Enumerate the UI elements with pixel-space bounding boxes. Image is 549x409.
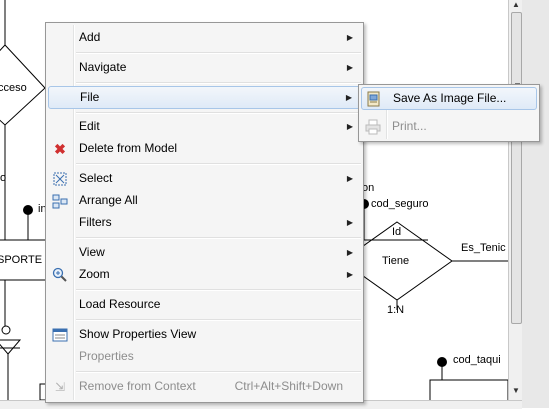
menu-item-label: Save As Image File... [393, 91, 507, 105]
context-menu: Add ▶ Navigate ▶ File ▶ Edit ▶ ✖ Delete … [45, 22, 364, 403]
menu-item-label: File [80, 90, 100, 104]
menu-item-label: Arrange All [79, 193, 138, 207]
file-submenu: Save As Image File... Print... [358, 84, 540, 142]
menu-item-edit[interactable]: Edit ▶ [48, 116, 361, 137]
menu-item-properties[interactable]: Properties [48, 346, 361, 367]
vertical-scrollbar[interactable]: ▲ ▼ [508, 0, 523, 400]
diagram-label: Id [392, 226, 402, 238]
menu-item-label: Add [79, 30, 101, 44]
diagram-label: SPORTE [0, 254, 43, 266]
submenu-arrow-icon: ▶ [346, 33, 353, 42]
menu-item-print[interactable]: Print... [361, 116, 537, 137]
delete-icon: ✖ [54, 141, 66, 157]
submenu-arrow-icon: ▶ [345, 93, 352, 102]
menu-item-label: Load Resource [79, 297, 161, 311]
diagram-label: cceso [0, 82, 27, 94]
arrange-icon [52, 193, 68, 209]
side-panel-edge [522, 0, 549, 408]
menu-item-load-resource[interactable]: Load Resource [48, 294, 361, 315]
properties-view-icon [52, 327, 68, 343]
menu-item-save-as-image[interactable]: Save As Image File... [361, 87, 537, 110]
submenu-arrow-icon: ▶ [346, 122, 353, 131]
menu-item-label: Show Properties View [79, 327, 197, 341]
menu-item-label: Filters [79, 215, 112, 229]
shortcut-label: Ctrl+Alt+Shift+Down [234, 379, 343, 393]
diagram-label: o [0, 172, 7, 184]
diagram-label: cod_taqui [453, 354, 501, 366]
scroll-up-arrow-icon[interactable]: ▲ [511, 0, 521, 10]
submenu-arrow-icon: ▶ [346, 248, 353, 257]
menu-item-label: Zoom [79, 267, 110, 281]
diagram-label: cod_seguro [371, 198, 429, 210]
menu-item-file[interactable]: File ▶ [48, 86, 361, 109]
menu-item-remove-from-context[interactable]: ⇲ Remove from Context Ctrl+Alt+Shift+Dow… [48, 376, 361, 397]
save-image-icon [366, 91, 382, 107]
menu-item-filters[interactable]: Filters ▶ [48, 212, 361, 233]
diagram-label: Es_Tenic [461, 242, 506, 254]
zoom-icon [52, 267, 68, 283]
menu-item-delete-from-model[interactable]: ✖ Delete from Model [48, 138, 361, 159]
menu-item-select[interactable]: Select ▶ [48, 168, 361, 189]
submenu-arrow-icon: ▶ [346, 174, 353, 183]
menu-item-add[interactable]: Add ▶ [48, 27, 361, 48]
menu-item-label: Delete from Model [79, 141, 178, 155]
menu-item-arrange-all[interactable]: Arrange All [48, 190, 361, 211]
menu-item-zoom[interactable]: Zoom ▶ [48, 264, 361, 285]
menu-item-label: Navigate [79, 60, 127, 74]
menu-item-label: Remove from Context [79, 379, 196, 393]
menu-item-label: Edit [79, 119, 100, 133]
menu-item-label: Properties [79, 349, 134, 363]
submenu-arrow-icon: ▶ [346, 218, 353, 227]
submenu-arrow-icon: ▶ [346, 270, 353, 279]
remove-context-icon: ⇲ [54, 380, 66, 394]
scroll-down-arrow-icon[interactable]: ▼ [511, 386, 521, 396]
select-icon [52, 171, 68, 187]
menu-item-show-properties-view[interactable]: Show Properties View [48, 324, 361, 345]
diagram-label: 1:N [387, 304, 405, 316]
menu-item-label: Select [79, 171, 113, 185]
menu-item-label: View [79, 245, 105, 259]
menu-item-view[interactable]: View ▶ [48, 242, 361, 263]
scrollbar-thumb[interactable] [511, 12, 522, 324]
print-icon [365, 119, 381, 135]
diagram-label: Tiene [382, 255, 410, 267]
submenu-arrow-icon: ▶ [346, 63, 353, 72]
menu-item-navigate[interactable]: Navigate ▶ [48, 57, 361, 78]
menu-item-label: Print... [392, 119, 427, 133]
